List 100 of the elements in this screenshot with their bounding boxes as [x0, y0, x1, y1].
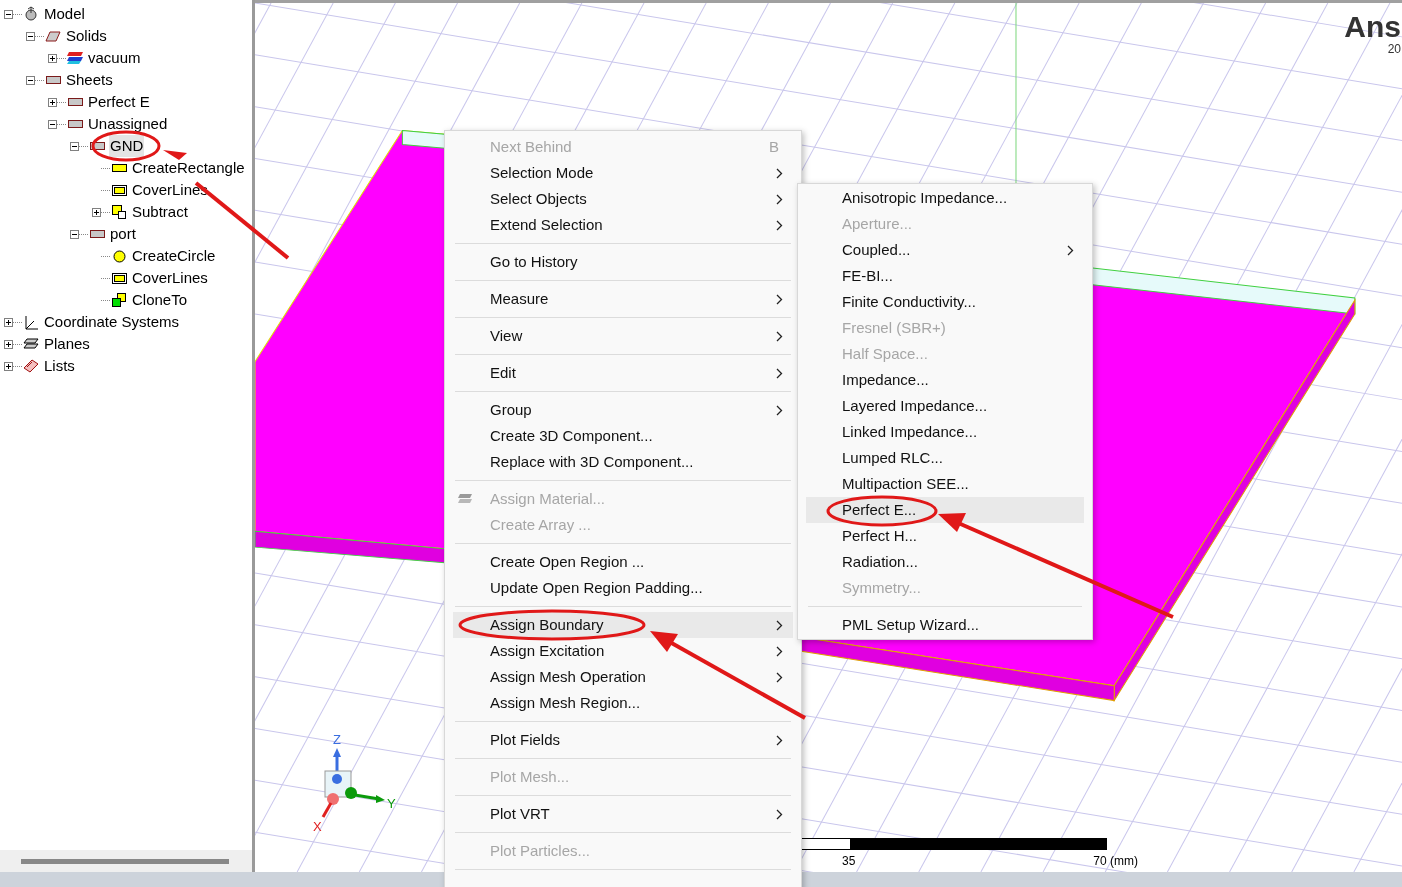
- sheet-icon: [45, 75, 61, 85]
- expand-icon[interactable]: [3, 317, 13, 327]
- chevron-right-icon: [776, 293, 783, 305]
- rectangle-icon: [111, 163, 127, 173]
- menu-item[interactable]: Replace with 3D Component...: [453, 449, 793, 475]
- menu-item[interactable]: Anisotropic Impedance...: [806, 185, 1084, 211]
- menu-item[interactable]: Perfect H...: [806, 523, 1084, 549]
- expand-icon[interactable]: [3, 361, 13, 371]
- tree-item[interactable]: CloneTo: [131, 288, 189, 312]
- tree-item[interactable]: CoverLines: [131, 266, 209, 290]
- menu-item[interactable]: Plot VRT: [453, 801, 793, 827]
- chevron-right-icon: [776, 645, 783, 657]
- menu-item[interactable]: Selection Mode: [453, 160, 793, 186]
- menu-item[interactable]: Perfect E...: [806, 497, 1084, 523]
- scrollbar-thumb[interactable]: [21, 858, 229, 864]
- chevron-right-icon: [776, 367, 783, 379]
- menu-item[interactable]: Group: [453, 397, 793, 423]
- menu-item[interactable]: Impedance...: [806, 367, 1084, 393]
- circle-icon: [112, 249, 126, 263]
- menu-item[interactable]: Select Objects: [453, 186, 793, 212]
- menu-item[interactable]: Radiation...: [806, 549, 1084, 575]
- tree-item[interactable]: Coordinate Systems: [43, 310, 181, 334]
- tree-item[interactable]: Perfect E: [87, 90, 151, 114]
- axes-icon: [23, 314, 39, 330]
- tree-item[interactable]: Solids: [65, 24, 108, 48]
- chevron-right-icon: [1067, 244, 1074, 256]
- chevron-right-icon: [776, 619, 783, 631]
- menu-item[interactable]: Coupled...: [806, 237, 1084, 263]
- model-icon: [23, 6, 39, 22]
- version-text: 20: [1387, 43, 1401, 55]
- list-icon: [23, 359, 39, 373]
- menu-item[interactable]: Linked Impedance...: [806, 419, 1084, 445]
- chevron-right-icon: [776, 734, 783, 746]
- chevron-right-icon: [776, 404, 783, 416]
- expand-icon[interactable]: [91, 207, 101, 217]
- scale-label: 35: [842, 853, 856, 870]
- chevron-right-icon: [776, 167, 783, 179]
- menu-item[interactable]: Measure: [453, 286, 793, 312]
- chevron-right-icon: [776, 330, 783, 342]
- axis-triad-drawing: [321, 748, 385, 818]
- menu-item[interactable]: Create Open Region ...: [453, 549, 793, 575]
- expand-icon[interactable]: [3, 339, 13, 349]
- chevron-right-icon: [776, 219, 783, 231]
- brand-logo-text: Ans: [1344, 11, 1401, 43]
- collapse-icon[interactable]: [25, 75, 35, 85]
- expand-icon[interactable]: [47, 53, 57, 63]
- collapse-icon[interactable]: [69, 141, 79, 151]
- expand-icon[interactable]: [47, 97, 57, 107]
- layers-icon: [457, 493, 473, 505]
- tree-item[interactable]: Planes: [43, 332, 91, 356]
- menu-item[interactable]: Update Open Region Padding...: [453, 575, 793, 601]
- tree-item[interactable]: Sheets: [65, 68, 114, 92]
- menu-item[interactable]: Create 3D Component...: [453, 423, 793, 449]
- collapse-icon[interactable]: [69, 229, 79, 239]
- scale-label: 70 (mm): [1093, 853, 1139, 870]
- axis-label: Z: [333, 732, 341, 747]
- menu-item[interactable]: Edit: [453, 360, 793, 386]
- cover-icon: [111, 272, 127, 284]
- axis-label: Y: [387, 796, 396, 811]
- tree-item[interactable]: CreateCircle: [131, 244, 217, 268]
- collapse-icon[interactable]: [25, 31, 35, 41]
- menu-item[interactable]: Go to History: [453, 249, 793, 275]
- tree-item[interactable]: Lists: [43, 354, 76, 378]
- menu-item[interactable]: Layered Impedance...: [806, 393, 1084, 419]
- sheet-icon: [67, 119, 83, 129]
- menu-item[interactable]: Assign Mesh Region...: [453, 690, 793, 716]
- clone-icon: [112, 293, 126, 307]
- tree-item[interactable]: CreateRectangle: [131, 156, 246, 180]
- material-stack-icon: [66, 51, 84, 65]
- menu-item[interactable]: Extend Selection: [453, 212, 793, 238]
- menu-item[interactable]: FE-BI...: [806, 263, 1084, 289]
- menu-item[interactable]: Finite Conductivity...: [806, 289, 1084, 315]
- menu-item[interactable]: Lumped RLC...: [806, 445, 1084, 471]
- sheet-icon: [89, 229, 105, 239]
- annotation-circle: [91, 130, 161, 162]
- collapse-icon[interactable]: [3, 9, 13, 19]
- sheet-icon: [67, 97, 83, 107]
- collapse-icon[interactable]: [47, 119, 57, 129]
- tree-item[interactable]: Unassigned: [87, 112, 169, 136]
- chevron-right-icon: [776, 808, 783, 820]
- cover-icon: [111, 184, 127, 196]
- menu-item[interactable]: Assign Mesh Operation: [453, 664, 793, 690]
- solid-icon: [45, 30, 61, 42]
- menu-item[interactable]: Assign Excitation: [453, 638, 793, 664]
- planes-icon: [23, 338, 39, 350]
- tree-item[interactable]: port: [109, 222, 137, 246]
- sheet-icon: [89, 141, 105, 151]
- menu-item[interactable]: Multipaction SEE...: [806, 471, 1084, 497]
- menu-item[interactable]: Plot Fields: [453, 727, 793, 753]
- chevron-right-icon: [776, 671, 783, 683]
- menu-item[interactable]: PML Setup Wizard...: [806, 612, 1084, 638]
- subtract-icon: [112, 205, 126, 219]
- horizontal-scrollbar[interactable]: [0, 850, 252, 872]
- tree-item[interactable]: Subtract: [131, 200, 189, 224]
- tree-item[interactable]: GND: [109, 134, 145, 158]
- shortcut-key: B: [769, 135, 779, 159]
- tree-item[interactable]: Model: [43, 2, 86, 26]
- tree-item[interactable]: vacuum: [87, 46, 142, 70]
- menu-item[interactable]: View: [453, 323, 793, 349]
- axis-label: X: [313, 819, 322, 833]
